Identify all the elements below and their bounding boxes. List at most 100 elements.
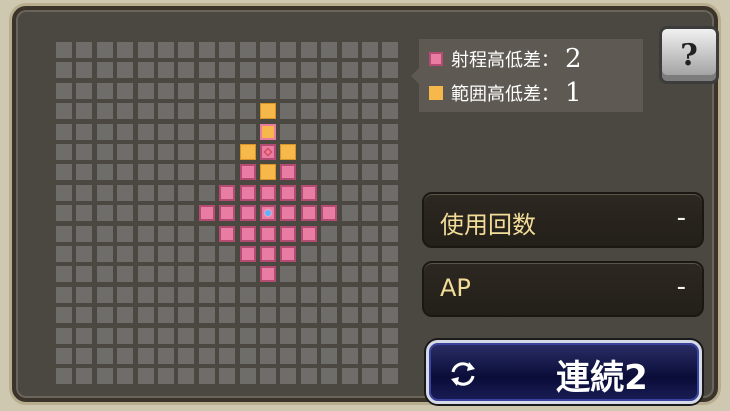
grid-cell (382, 205, 399, 222)
grid-cell (198, 164, 215, 181)
grid-cell (117, 82, 134, 99)
grid-cell (382, 348, 399, 364)
range-cell (239, 205, 256, 222)
height-legend: 射程高低差： 2 範囲高低差： 1 (411, 39, 643, 112)
grid-cell (137, 246, 154, 262)
grid-cell (341, 62, 358, 79)
grid-cell (158, 123, 174, 140)
grid-cell (96, 266, 113, 283)
grid-cell (76, 205, 93, 222)
grid-cell (260, 62, 276, 79)
grid-cell (76, 225, 93, 242)
grid-cell (178, 348, 195, 364)
grid-cell (362, 307, 378, 324)
grid-cell (117, 123, 134, 140)
range-cell (260, 266, 276, 283)
grid-cell (76, 184, 93, 201)
grid-cell (158, 327, 174, 344)
area-cell (239, 144, 256, 160)
grid-cell (260, 286, 276, 303)
grid-cell (178, 327, 195, 344)
grid-cell (219, 368, 236, 385)
grid-cell (362, 368, 378, 385)
grid-cell (56, 103, 72, 120)
grid-cell (239, 82, 256, 99)
grid-cell (137, 307, 154, 324)
combo-action-button[interactable]: 連続2 (426, 340, 702, 404)
grid-cell (158, 225, 174, 242)
origin-cell (260, 205, 276, 222)
grid-cell (219, 123, 236, 140)
grid-cell (280, 42, 297, 58)
grid-cell (362, 225, 378, 242)
grid-cell (198, 144, 215, 160)
grid-cell (137, 286, 154, 303)
grid-cell (56, 266, 72, 283)
grid-cell (362, 103, 378, 120)
ap-label: AP (440, 274, 471, 302)
grid-cell (362, 42, 378, 58)
grid-cell (382, 225, 399, 242)
grid-cell (158, 82, 174, 99)
grid-cell (239, 286, 256, 303)
grid-cell (56, 164, 72, 181)
grid-cell (300, 123, 317, 140)
grid-cell (341, 246, 358, 262)
uses-value: - (676, 203, 686, 233)
grid-cell (137, 184, 154, 201)
grid-cell (280, 368, 297, 385)
grid-cell (321, 286, 338, 303)
grid-cell (239, 327, 256, 344)
uses-row: 使用回数 - (422, 192, 704, 248)
grid-cell (158, 103, 174, 120)
grid-cell (117, 266, 134, 283)
grid-cell (178, 164, 195, 181)
grid-cell (219, 62, 236, 79)
grid-cell (117, 246, 134, 262)
grid-cell (96, 368, 113, 385)
grid-cell (219, 348, 236, 364)
grid-cell (76, 266, 93, 283)
grid-cell (321, 62, 338, 79)
help-button[interactable]: ? (659, 26, 719, 84)
uses-label: 使用回数 (440, 211, 536, 239)
grid-cell (239, 123, 256, 140)
grid-cell (382, 42, 399, 58)
grid-cell (137, 62, 154, 79)
grid-cell (198, 368, 215, 385)
grid-cell (137, 103, 154, 120)
grid-cell (382, 82, 399, 99)
grid-cell (56, 307, 72, 324)
grid-cell (362, 184, 378, 201)
grid-cell (76, 82, 93, 99)
grid-cell (219, 246, 236, 262)
grid-cell (198, 266, 215, 283)
grid-cell (96, 42, 113, 58)
grid-cell (219, 307, 236, 324)
range-cell (280, 184, 297, 201)
grid-cell (198, 225, 215, 242)
area-height-label: 範囲高低差： (451, 84, 559, 105)
grid-cell (96, 164, 113, 181)
grid-cell (158, 62, 174, 79)
grid-cell (341, 348, 358, 364)
grid-cell (280, 327, 297, 344)
grid-cell (158, 164, 174, 181)
grid-cell (300, 62, 317, 79)
grid-cell (137, 144, 154, 160)
grid-cell (76, 307, 93, 324)
grid-cell (362, 205, 378, 222)
range-grid (56, 42, 404, 390)
grid-cell (362, 144, 378, 160)
grid-cell (362, 286, 378, 303)
grid-cell (382, 286, 399, 303)
grid-cell (117, 286, 134, 303)
grid-cell (260, 307, 276, 324)
grid-cell (341, 82, 358, 99)
range-cell (300, 184, 317, 201)
grid-cell (178, 307, 195, 324)
grid-cell (280, 286, 297, 303)
range-cell (239, 184, 256, 201)
grid-cell (198, 246, 215, 262)
grid-cell (341, 164, 358, 181)
